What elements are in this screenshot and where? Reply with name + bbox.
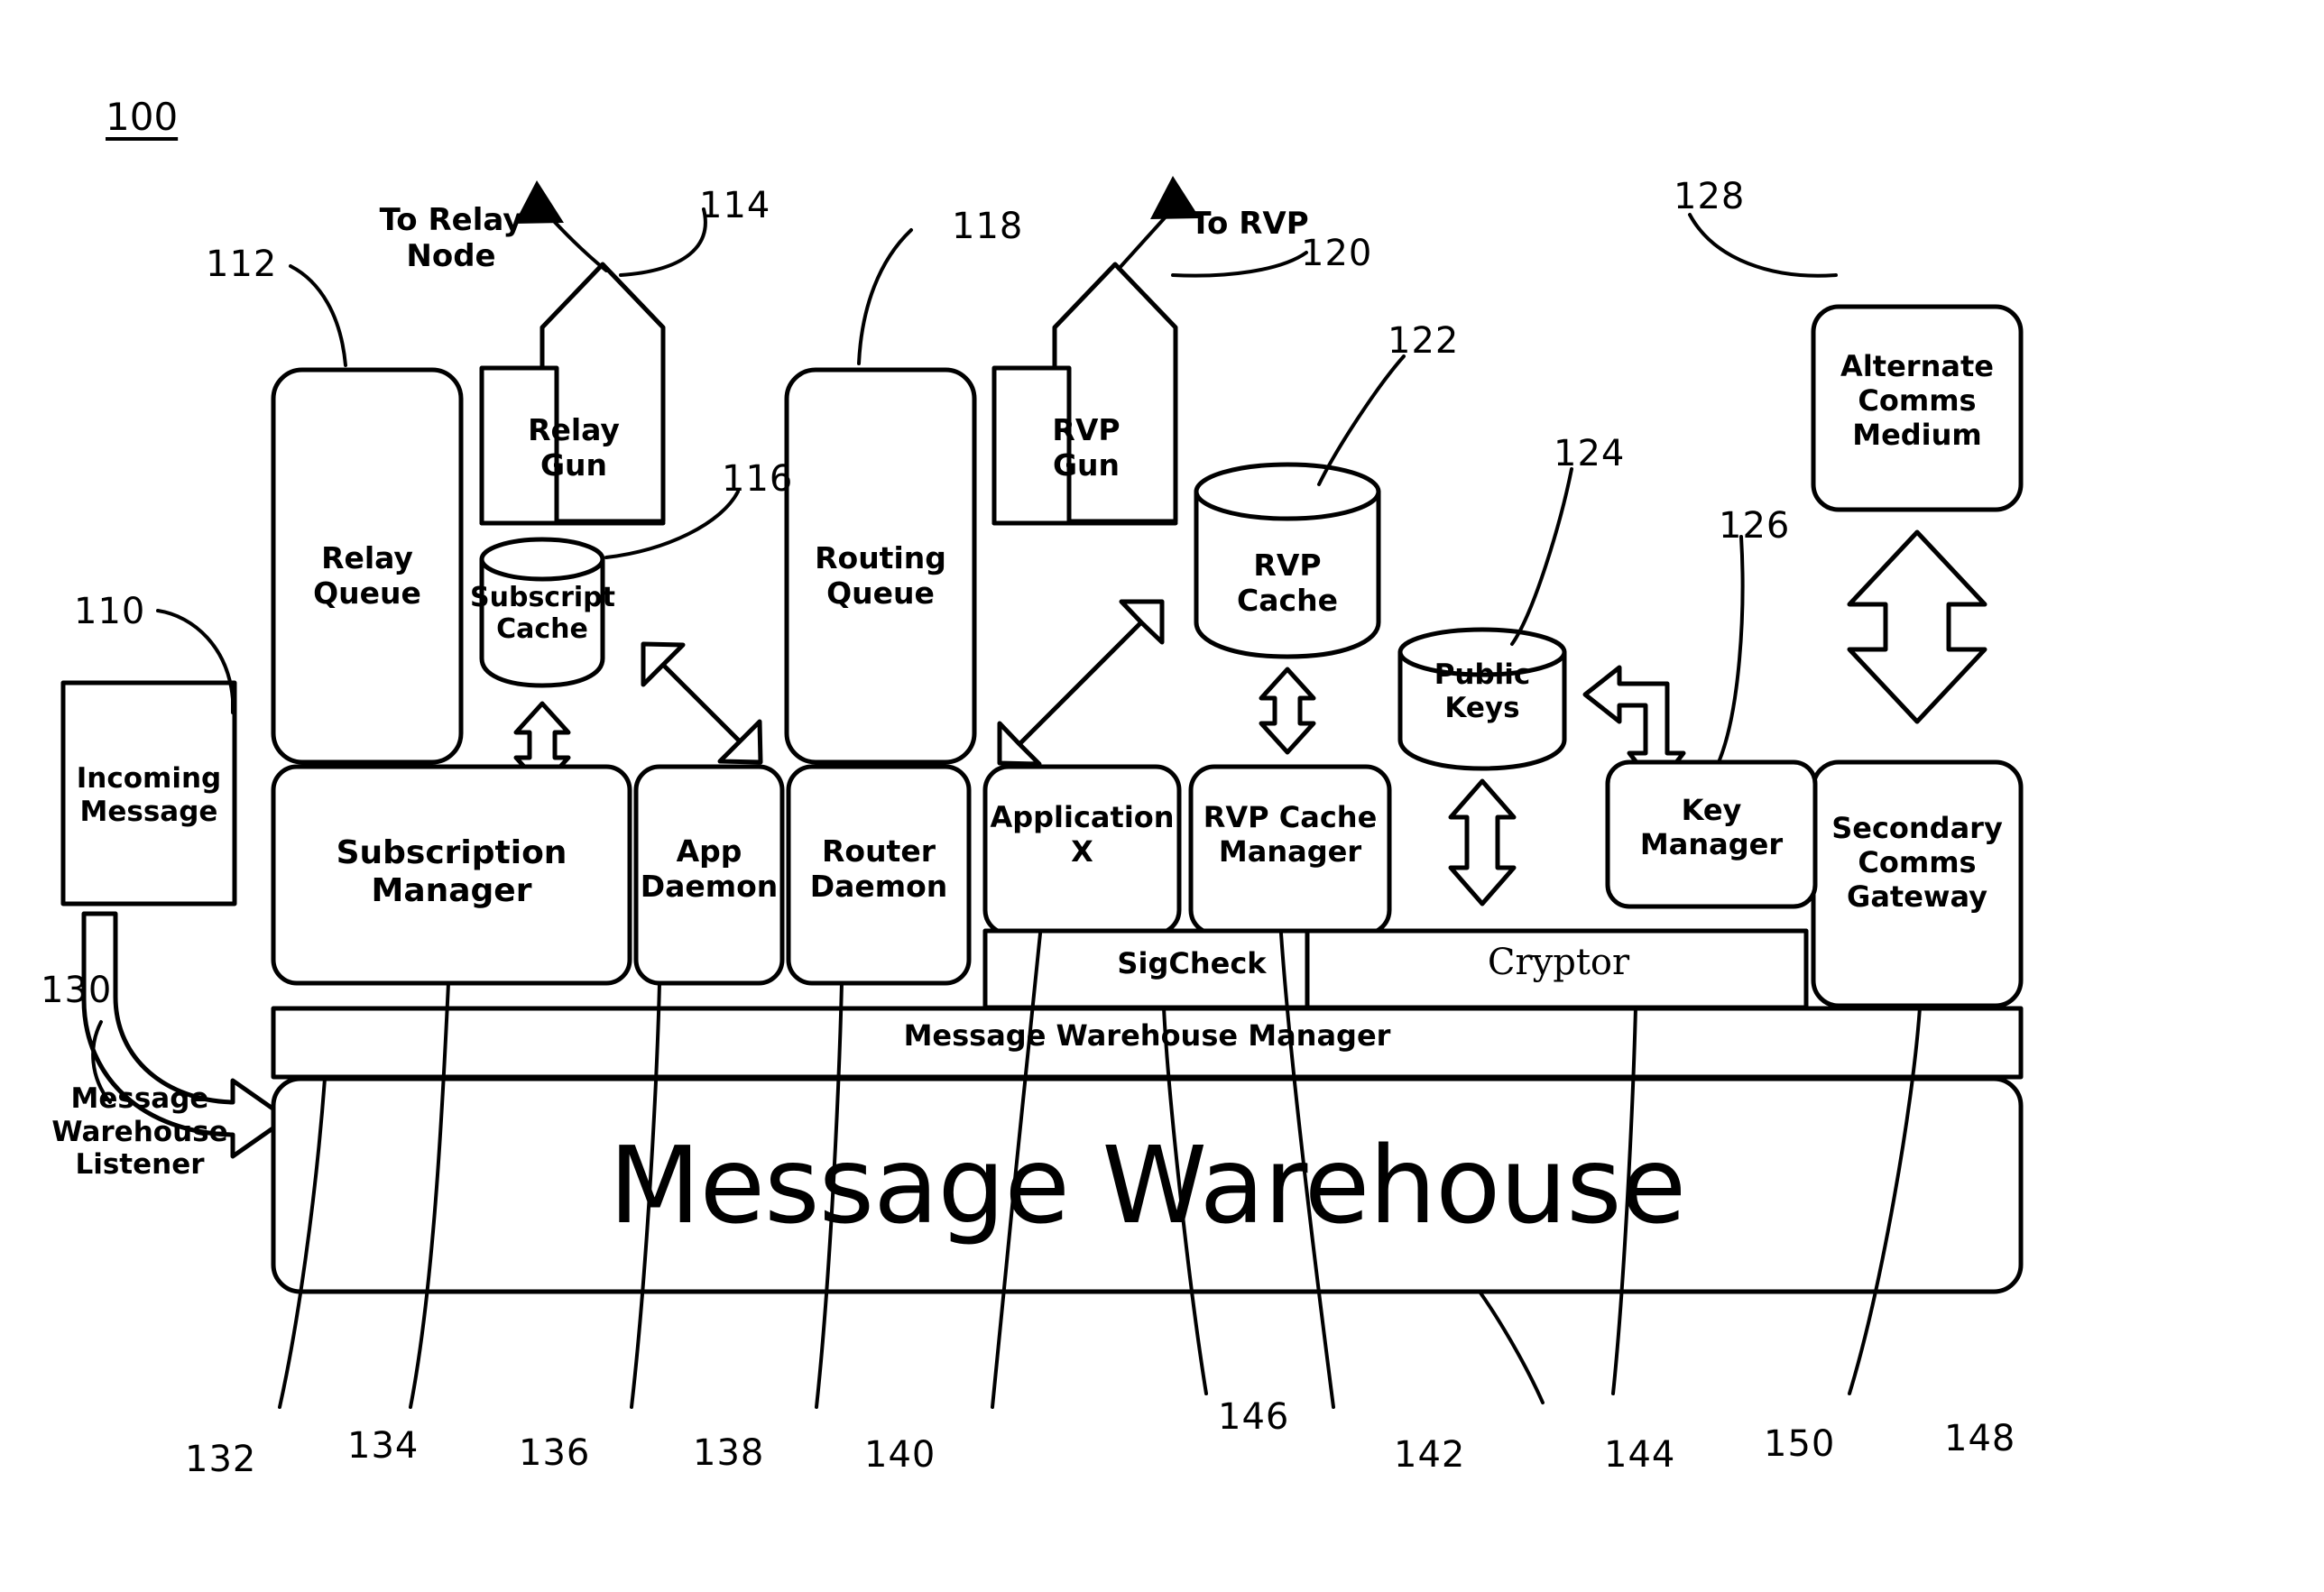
router-daemon-line1: Router xyxy=(821,833,936,869)
public-keys-line1: Public xyxy=(1434,658,1531,691)
incoming-message-label: Incoming Message xyxy=(63,762,235,828)
rvp-cache-line2: Cache xyxy=(1237,582,1338,618)
relay-gun-line2: Gun xyxy=(540,446,608,483)
public-keys-label: Public Keys xyxy=(1400,658,1564,724)
ref-150: 150 xyxy=(1764,1423,1836,1465)
relay-gun-label: Relay Gun xyxy=(502,412,646,483)
ref-110: 110 xyxy=(74,591,146,632)
message-warehouse-manager-label: Message Warehouse Manager xyxy=(903,1018,1391,1053)
rvp-gun-label: RVP Gun xyxy=(1014,412,1158,483)
ref-134: 134 xyxy=(347,1425,420,1467)
ref-114: 114 xyxy=(699,185,771,226)
message-warehouse-label: Message Warehouse xyxy=(608,1123,1686,1247)
mwl-line1: Message xyxy=(70,1082,209,1115)
ref-118: 118 xyxy=(952,206,1024,247)
routing-queue-label: Routing Queue xyxy=(787,540,974,612)
leader-114 xyxy=(619,207,707,277)
public-keys-line2: Keys xyxy=(1444,691,1520,724)
subscription-manager-label: Subscription Manager xyxy=(273,834,630,911)
leader-122 xyxy=(1317,354,1406,486)
ref-144: 144 xyxy=(1604,1434,1676,1476)
leader-124 xyxy=(1510,467,1573,646)
relay-gun-line1: Relay xyxy=(528,412,620,447)
application-x-label: Application X xyxy=(985,800,1179,870)
routing-queue-line2: Queue xyxy=(826,575,935,611)
diagonal-double-arrow-left xyxy=(641,641,763,765)
leader-120 xyxy=(1171,251,1308,278)
relay-queue-line2: Queue xyxy=(313,575,421,611)
app-daemon-line2: Daemon xyxy=(640,868,779,904)
acm-scg-double-arrow xyxy=(1847,529,1987,724)
ref-148: 148 xyxy=(1944,1418,2016,1459)
router-daemon-line2: Daemon xyxy=(809,868,948,904)
rvp-gun-line2: Gun xyxy=(1052,446,1120,483)
cryptor-label: Cryptor xyxy=(1487,942,1630,983)
subscript-cache-label: Subscript Cache xyxy=(470,582,615,646)
figure-canvas: 100 To Relay Node To RVP Incoming Messag… xyxy=(0,0,2324,1592)
ref-128: 128 xyxy=(1674,176,1746,217)
ref-146: 146 xyxy=(1218,1396,1290,1438)
alternate-comms-medium-label: Alternate Comms Medium xyxy=(1813,349,2021,452)
ref-140: 140 xyxy=(864,1434,936,1476)
relay-gun-block-arrow xyxy=(479,262,666,526)
router-daemon-label: Router Daemon xyxy=(788,833,969,905)
subscript-cache-line2: Cache xyxy=(496,613,588,646)
rvp-cache-manager-label: RVP Cache Manager xyxy=(1191,800,1389,870)
application-x-line2: X xyxy=(1071,833,1093,869)
ref-122: 122 xyxy=(1388,320,1460,362)
scg-line2: Comms xyxy=(1858,844,1977,879)
rvp-gun-line1: RVP xyxy=(1052,412,1120,447)
subscription-manager-line1: Subscription xyxy=(336,834,567,871)
mwl-line2: Warehouse xyxy=(51,1115,228,1148)
ref-124: 124 xyxy=(1554,433,1626,474)
ref-132: 132 xyxy=(185,1439,257,1480)
application-x-line1: Application xyxy=(990,800,1175,834)
rvp-cache-manager-line2: Manager xyxy=(1218,833,1362,869)
key-manager-line1: Key xyxy=(1681,793,1742,827)
ref-130: 130 xyxy=(41,970,113,1011)
rvp-cache-label: RVP Cache xyxy=(1196,548,1379,619)
acm-line1: Alternate xyxy=(1840,349,1994,383)
leader-128 xyxy=(1688,213,1838,278)
ref-138: 138 xyxy=(693,1432,765,1474)
ref-116: 116 xyxy=(722,458,794,500)
key-manager-label: Key Manager xyxy=(1608,793,1815,862)
secondary-comms-gateway-label: Secondary Comms Gateway xyxy=(1813,811,2021,914)
ref-120: 120 xyxy=(1301,233,1373,274)
message-warehouse-listener-label: Message Warehouse Listener xyxy=(32,1082,248,1182)
incoming-message-line1: Incoming xyxy=(76,762,222,795)
ref-126: 126 xyxy=(1719,505,1791,547)
leader-112 xyxy=(289,264,347,367)
rvp-cache-manager-line1: RVP Cache xyxy=(1203,800,1378,834)
incoming-message-line2: Message xyxy=(79,795,218,828)
leader-126 xyxy=(1717,535,1745,764)
key-manager-line2: Manager xyxy=(1639,826,1784,861)
scg-line3: Gateway xyxy=(1847,879,1987,914)
app-daemon-label: App Daemon xyxy=(632,833,787,905)
rvp-gun-block-arrow xyxy=(991,262,1178,526)
app-daemon-line1: App xyxy=(676,833,742,869)
to-relay-node-label: To Relay Node xyxy=(379,202,523,275)
ref-142: 142 xyxy=(1394,1434,1466,1476)
cryptor-publickeys-double-arrow xyxy=(1448,778,1517,906)
subscription-manager-line2: Manager xyxy=(371,872,532,910)
subscript-cache-line1: Subscript xyxy=(470,582,615,613)
routing-queue-line1: Routing xyxy=(815,540,946,575)
sigcheck-label: SigCheck xyxy=(1117,946,1267,980)
leader-118 xyxy=(857,228,913,365)
acm-line3: Medium xyxy=(1852,417,1982,452)
relay-queue-line1: Relay xyxy=(321,540,413,575)
scg-line1: Secondary xyxy=(1831,811,2003,845)
ref-136: 136 xyxy=(519,1432,591,1474)
ref-112: 112 xyxy=(206,244,278,285)
rvp-cache-double-arrow xyxy=(1259,667,1316,755)
rvp-cache-line1: RVP xyxy=(1253,548,1322,583)
mwl-line3: Listener xyxy=(75,1148,205,1182)
relay-queue-label: Relay Queue xyxy=(273,540,461,612)
leader-144 xyxy=(1478,1290,1545,1404)
acm-line2: Comms xyxy=(1858,382,1977,418)
diagonal-double-arrow-right xyxy=(997,599,1165,767)
